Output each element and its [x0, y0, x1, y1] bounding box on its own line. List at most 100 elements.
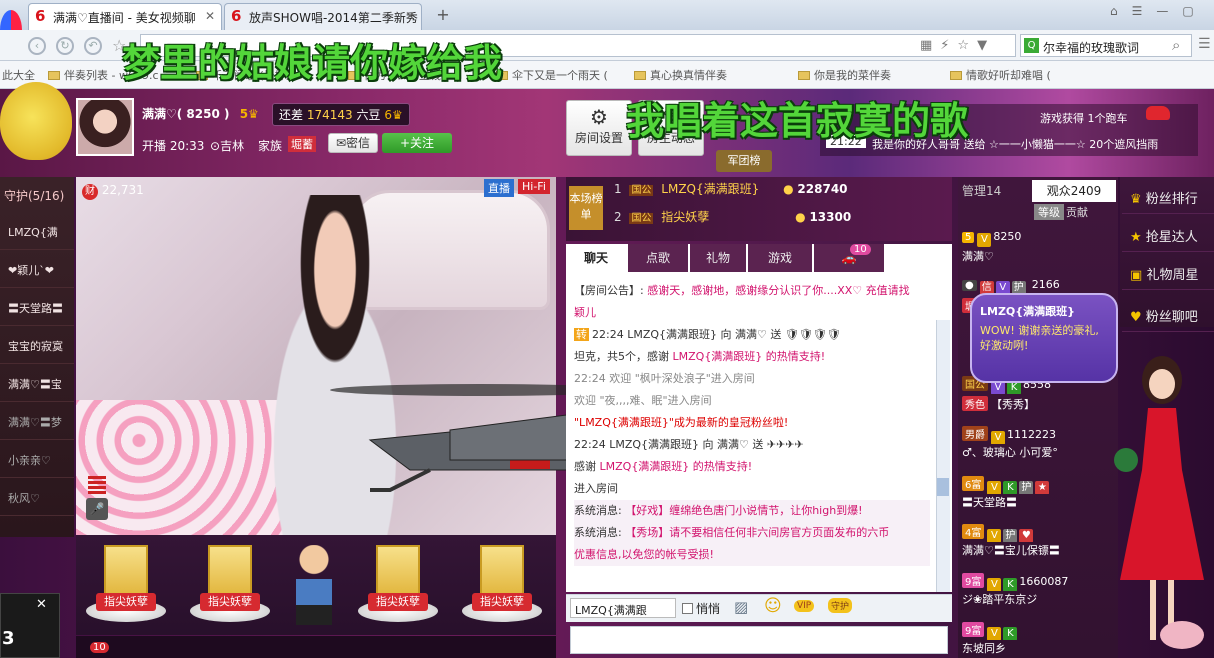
audience-row[interactable]: 4富 V 护 ♥: [962, 524, 1112, 542]
star-icon: ★: [1130, 230, 1142, 245]
tab-song[interactable]: 点歌: [628, 244, 688, 272]
rank-row[interactable]: 1 国公 LMZQ{满满跟班} ● 228740: [614, 180, 949, 204]
audience-name[interactable]: 东坡同乡: [962, 640, 1112, 658]
new-tab-button[interactable]: +: [428, 5, 458, 27]
folder-icon: [798, 71, 810, 80]
follow-button[interactable]: +关注: [382, 133, 452, 153]
whisper-checkbox[interactable]: 悄悄: [682, 600, 720, 617]
tab-chat[interactable]: 聊天: [566, 244, 626, 272]
tab-manage[interactable]: 管理14: [962, 180, 1028, 202]
refresh-icon[interactable]: ↻: [56, 37, 74, 55]
gift-item[interactable]: 指尖妖孽: [462, 545, 542, 625]
live-badge: 直播: [484, 179, 514, 197]
private-message-button[interactable]: ✉密信: [328, 133, 378, 153]
chat-line: 颖儿: [574, 306, 596, 319]
tab-live-room[interactable]: 6 满满♡直播间 - 美女视频聊 ✕: [28, 3, 222, 30]
level-sort-button[interactable]: 等级: [1034, 204, 1064, 220]
guard-item[interactable]: 满满♡〓梦: [0, 404, 74, 440]
close-icon[interactable]: ✕: [36, 597, 47, 612]
tab-gift[interactable]: 礼物: [690, 244, 746, 272]
audience-row[interactable]: 6富 V K 护 ★: [962, 476, 1112, 494]
scroll-thumb[interactable]: [937, 478, 949, 496]
chat-target-select[interactable]: LMZQ{满满跟: [570, 598, 676, 618]
search-input[interactable]: Q 尔幸福的玫瑰歌词: [1020, 34, 1192, 57]
audience-name[interactable]: 秀色 【秀秀】: [962, 396, 1112, 414]
guard-item[interactable]: 秋风♡: [0, 480, 74, 516]
car-icon: [1146, 106, 1170, 120]
tab-viewers[interactable]: 观众2409: [1032, 180, 1116, 202]
tab-game[interactable]: 游戏: [748, 244, 812, 272]
vip-icon[interactable]: VIP: [794, 600, 815, 612]
gift-item[interactable]: 指尖妖孽: [358, 545, 438, 625]
guard-item[interactable]: 小亲亲♡: [0, 442, 74, 478]
chat-line: 坦克，共5个，感谢 LMZQ{满满跟班} 的热情支持!: [574, 350, 826, 363]
mail-icon: ✉: [335, 136, 347, 150]
family-badge[interactable]: 堀蓄: [288, 136, 316, 152]
lyric-line-2: 我唱着这首寂寞的歌: [626, 98, 969, 143]
gift-icon: [480, 545, 524, 597]
guard-item[interactable]: 宝宝的寂寞: [0, 328, 74, 364]
close-icon[interactable]: ✕: [405, 9, 415, 23]
url-tool-icons[interactable]: ▦⚡☆▼: [920, 38, 995, 53]
audience-row[interactable]: 9富 V K: [962, 622, 1112, 640]
chat-scrollbar[interactable]: [936, 320, 950, 592]
audience-row[interactable]: 男爵 V 1112223: [962, 426, 1112, 444]
tab-show[interactable]: 6 放声SHOW唱-2014第二季新秀 ✕: [224, 3, 422, 30]
bookmark-item[interactable]: 真心换真情伴奏: [634, 67, 727, 83]
thanks-bubble: LMZQ{满满跟班} WOW! 谢谢亲送的豪礼, 好激动咧!: [970, 293, 1118, 383]
bookmark-item[interactable]: 情歌好听却难唱 (: [950, 67, 1051, 83]
audience-name[interactable]: 〓天堂路〓: [962, 494, 1112, 512]
six-logo-icon: 6: [35, 7, 46, 25]
image-icon[interactable]: ▨: [734, 598, 748, 616]
close-icon[interactable]: ✕: [205, 9, 215, 23]
bookmark-item[interactable]: 此大全: [2, 67, 35, 83]
gift-icon: [376, 545, 420, 597]
huandou-panel: 还差 174143 六豆 6♛: [272, 103, 410, 126]
emoji-icon[interactable]: ☺: [764, 596, 782, 616]
guard-item[interactable]: ❤颖儿`❤: [0, 252, 74, 288]
rank-row[interactable]: 2 国公 指尖妖孽 ● 13300: [614, 208, 949, 232]
back-icon[interactable]: ‹: [28, 37, 46, 55]
soldier-gift-icon: ✈✈✈✈: [766, 438, 804, 451]
search-icon[interactable]: ⌕: [1172, 36, 1180, 54]
cartoon-boy-icon: [296, 545, 332, 625]
audience-name[interactable]: 满满♡: [962, 248, 1112, 266]
audience-name[interactable]: ♂、玻璃心 小可爱°: [962, 444, 1112, 462]
gift-item[interactable]: 指尖妖孽: [190, 545, 270, 625]
hifi-badge[interactable]: Hi-Fi: [518, 179, 550, 194]
audience-name[interactable]: 满满♡〓宝儿保镖〓: [962, 542, 1112, 560]
room-settings-button[interactable]: ⚙ 房间设置: [566, 100, 632, 156]
bookmark-item[interactable]: 伞下又是一个雨天 (: [496, 67, 608, 83]
guard-item[interactable]: 满满♡〓宝: [0, 366, 74, 402]
coin-icon: ●: [783, 182, 794, 196]
army-rank-button[interactable]: 军团榜: [716, 150, 772, 172]
audience-row[interactable]: 9富 V K 1660087: [962, 573, 1112, 591]
host-avatar[interactable]: [76, 98, 134, 156]
location: ⊙吉林: [210, 139, 245, 153]
chat-line: "LMZQ{满满跟班}"成为最新的皇冠粉丝啦!: [574, 416, 789, 429]
folder-icon: [950, 71, 962, 80]
audience-name[interactable]: ジ❀踏平东京ジ: [962, 591, 1112, 609]
chat-line: 欢迎 "夜,,,,难、眠"进入房间: [574, 394, 712, 407]
contrib-sort-button[interactable]: 贡献: [1066, 204, 1088, 220]
fans-chat-link[interactable]: ♥ 粉丝聊吧: [1122, 296, 1214, 332]
guard-item[interactable]: LMZQ{满: [0, 214, 74, 250]
microphone-icon[interactable]: 🎤: [86, 498, 108, 520]
fans-counter: 财 22,731: [82, 183, 144, 200]
volume-icon[interactable]: [88, 476, 106, 494]
fans-rank-link[interactable]: ♛ 粉丝排行: [1122, 178, 1214, 214]
menu-icon[interactable]: ☰: [1198, 36, 1211, 52]
audience-row[interactable]: 5 V 8250: [962, 230, 1112, 248]
notice-text-top: 游戏获得 1个跑车: [1040, 112, 1128, 125]
tab-car[interactable]: 🚗: [814, 244, 884, 272]
undo-icon[interactable]: ↶: [84, 37, 102, 55]
duck-mascot-icon: [0, 82, 72, 160]
car-count-badge: 10: [850, 244, 871, 255]
bookmark-item[interactable]: 你是我的菜伴奏: [798, 67, 891, 83]
chat-input[interactable]: [570, 626, 948, 654]
gift-item[interactable]: 指尖妖孽: [86, 545, 166, 625]
guard-item[interactable]: 〓天堂路〓: [0, 290, 74, 326]
guard-icon[interactable]: 守护: [828, 598, 853, 613]
star-master-link[interactable]: ★ 抢星达人: [1122, 216, 1214, 252]
gift-week-star-link[interactable]: ▣ 礼物周星: [1122, 254, 1214, 290]
